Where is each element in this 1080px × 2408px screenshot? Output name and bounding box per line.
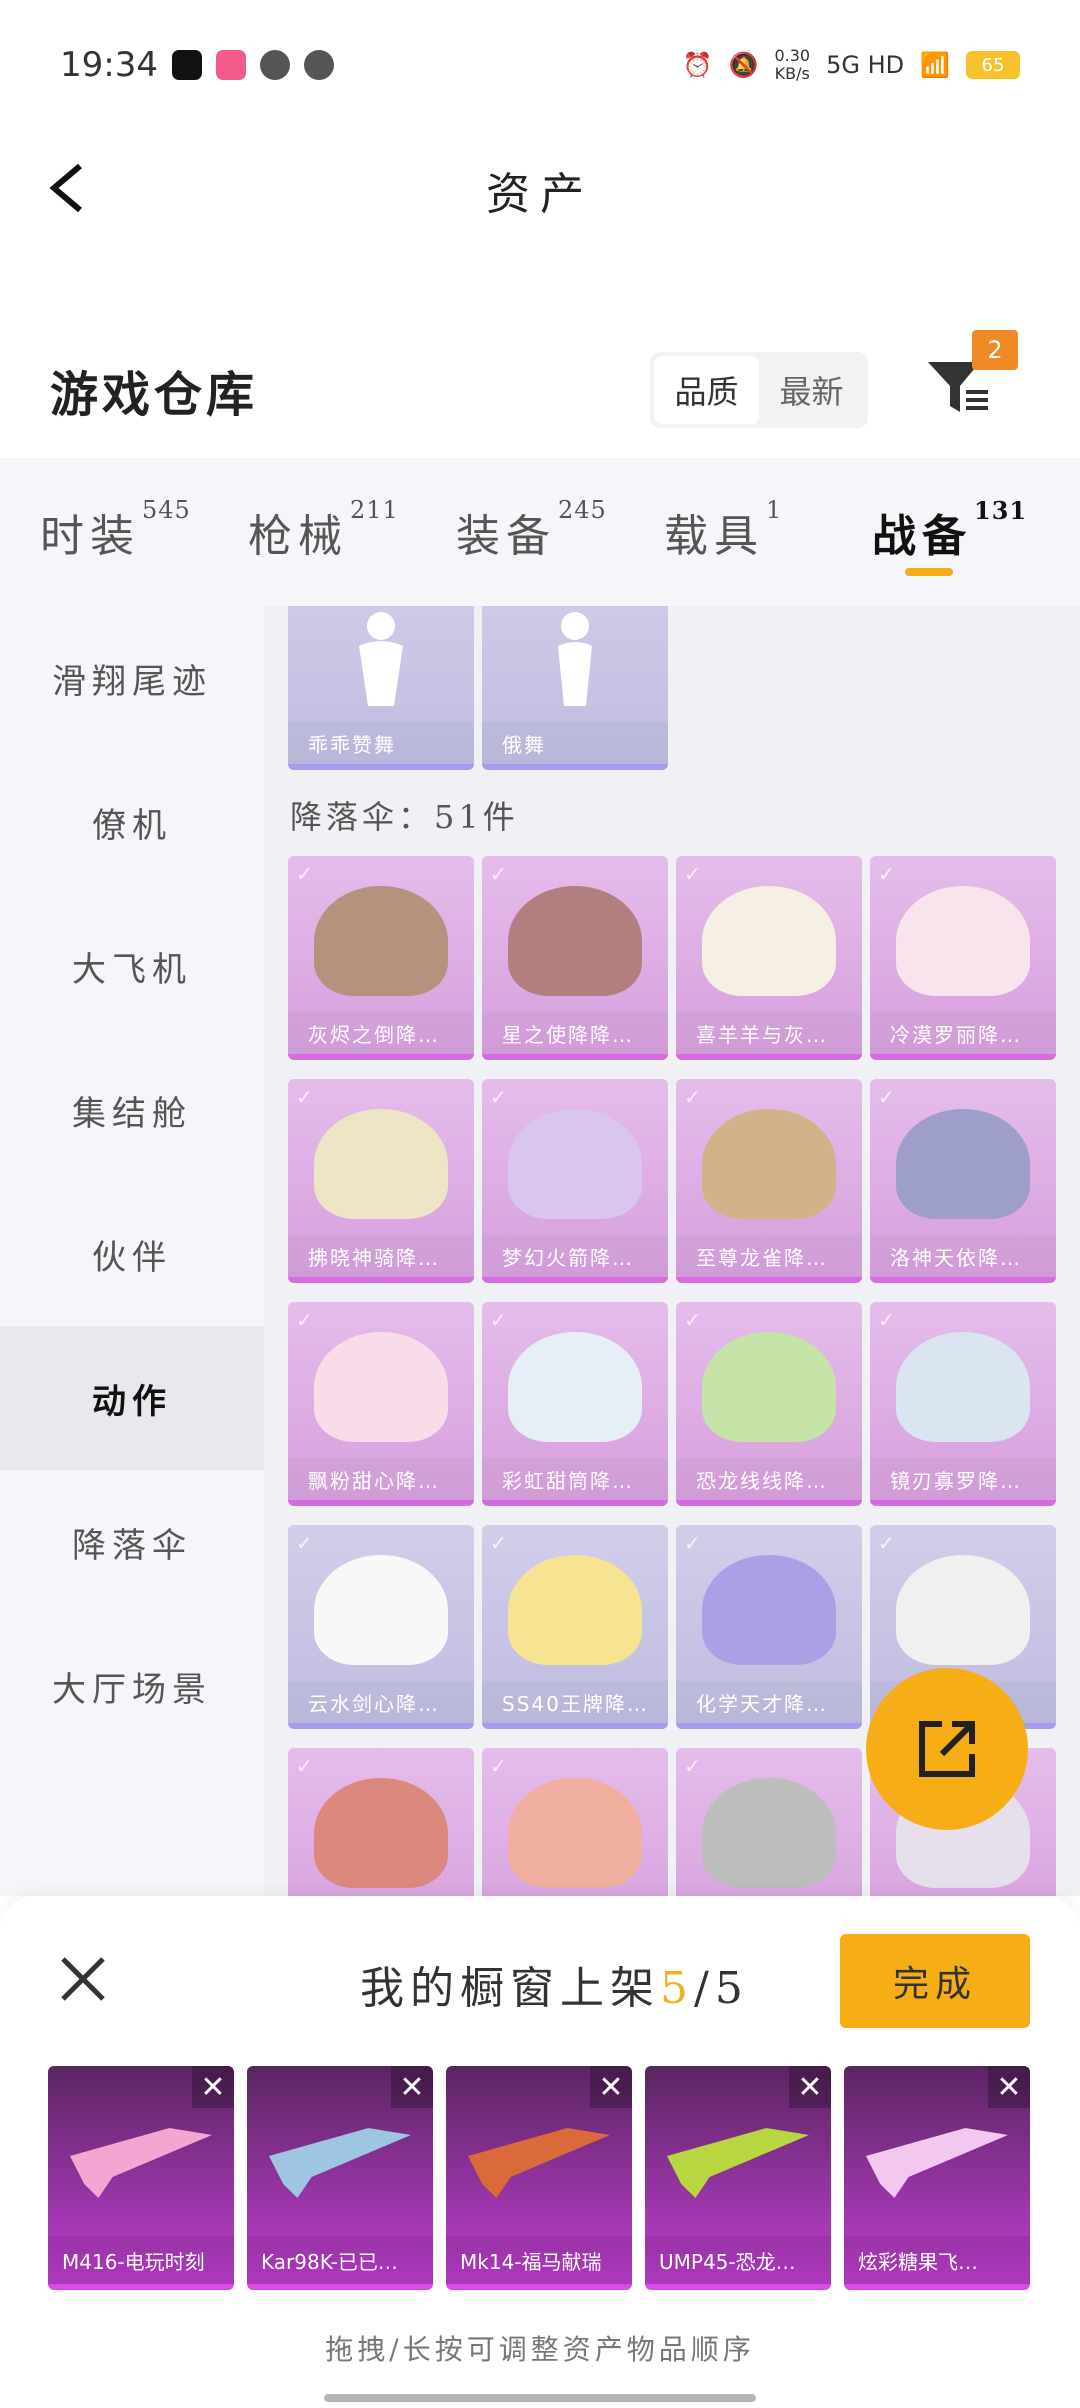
category-tabs: 时装 545 枪械 211 装备 245 载具 1 战备 131 — [0, 458, 1080, 606]
item-image — [269, 2128, 411, 2198]
showcase-sheet: 我的橱窗上架5/5 完成 ✕ M416-电玩时刻 ✕ Kar98K-已已… ✕ Mk14-… — [0, 1896, 1080, 2408]
alarm-icon: ⏰ — [682, 51, 713, 79]
showcase-item[interactable]: ✕ Mk14-福马献瑞 — [446, 2066, 632, 2290]
parachute-card[interactable]: ✓ — [482, 1748, 668, 1896]
page-title: 资产 — [486, 169, 594, 220]
item-name: Mk14-福马献瑞 — [446, 2236, 632, 2284]
tab-guns[interactable]: 枪械 211 — [248, 496, 456, 564]
parachute-card[interactable]: ✓ 喜羊羊与灰… — [676, 856, 862, 1060]
sheet-hint: 拖拽/长按可调整资产物品顺序 — [325, 2333, 755, 2366]
app-icon — [215, 50, 246, 80]
sidebar-item-wingman[interactable]: 僚机 — [0, 750, 264, 894]
parachute-card[interactable]: ✓ 云水剑心降… — [288, 1525, 474, 1729]
parachute-card[interactable]: ✓ 星之使降降… — [482, 856, 668, 1060]
parachute-card[interactable]: ✓ 飘粉甜心降… — [288, 1302, 474, 1506]
remove-item-button[interactable]: ✕ — [192, 2066, 234, 2108]
sidebar-item-parachute[interactable]: 降落伞 — [0, 1470, 264, 1614]
filter-badge: 2 — [972, 330, 1018, 370]
item-name: M416-电玩时刻 — [48, 2236, 234, 2284]
item-image — [866, 2128, 1008, 2198]
item-image — [667, 2128, 809, 2198]
network-label: 5G HD — [826, 51, 905, 79]
sheet-title: 我的橱窗上架5/5 — [360, 1963, 749, 2014]
done-button[interactable]: 完成 — [840, 1934, 1030, 2028]
mute-icon: 🔕 — [728, 51, 759, 79]
battery-icon: 65 — [966, 51, 1020, 79]
showcase-item[interactable]: ✕ 炫彩糖果飞… — [844, 2066, 1030, 2290]
status-bar: 19:34 ⏰ 🔕 0.30 KB/s 5G HD 📶 65 — [0, 0, 1080, 130]
parachute-card[interactable]: ✓ SS40王牌降… — [482, 1525, 668, 1729]
share-icon — [919, 1721, 975, 1777]
active-tab-indicator — [905, 568, 953, 576]
sort-quality-button[interactable]: 品质 — [654, 356, 759, 424]
parachute-card[interactable]: ✓ — [676, 1748, 862, 1896]
emote-card[interactable]: 乖乖赞舞 — [288, 606, 474, 770]
sidebar: 滑翔尾迹 僚机 大飞机 集结舱 伙伴 动作 降落伞 大厅场景 — [0, 606, 264, 1896]
tab-vehicles[interactable]: 载具 1 — [664, 496, 872, 564]
parachute-card[interactable]: ✓ 梦幻火箭降… — [482, 1079, 668, 1283]
sidebar-item-airplane[interactable]: 大飞机 — [0, 894, 264, 1038]
status-time: 19:34 — [60, 45, 158, 85]
parachute-card[interactable]: ✓ 冷漠罗丽降… — [870, 856, 1056, 1060]
back-icon — [49, 163, 82, 213]
tab-battle-gear[interactable]: 战备 131 — [872, 496, 1080, 564]
item-name: UMP45-恐龙… — [645, 2236, 831, 2284]
sidebar-item-lobby-scene[interactable]: 大厅场景 — [0, 1614, 264, 1758]
remove-item-button[interactable]: ✕ — [988, 2066, 1030, 2108]
parachute-card[interactable]: ✓ 至尊龙雀降… — [676, 1079, 862, 1283]
emote-card[interactable]: 俄舞 — [482, 606, 668, 770]
share-button[interactable] — [866, 1668, 1028, 1830]
tab-equipment[interactable]: 装备 245 — [456, 496, 664, 564]
tiktok-icon — [171, 50, 202, 80]
net-speed: 0.30 KB/s — [774, 46, 811, 83]
parachute-card[interactable]: ✓ 镜刃寡罗降… — [870, 1302, 1056, 1506]
parachute-count: 降落伞：51件 — [290, 798, 519, 836]
item-image — [70, 2128, 212, 2198]
sidebar-item-emote[interactable]: 动作 — [0, 1326, 264, 1470]
close-icon[interactable] — [58, 1954, 108, 2004]
tab-fashion[interactable]: 时装 545 — [40, 496, 248, 564]
parachute-card[interactable]: ✓ 恐龙线线降… — [676, 1302, 862, 1506]
home-indicator[interactable] — [324, 2394, 756, 2402]
filter-button[interactable]: 2 — [922, 330, 1022, 430]
showcase-item[interactable]: ✕ UMP45-恐龙… — [645, 2066, 831, 2290]
parachute-card[interactable]: ✓ 拂晓神骑降… — [288, 1079, 474, 1283]
sort-toggle: 品质 最新 — [650, 352, 868, 428]
link-icon — [259, 50, 290, 80]
parachute-card[interactable]: ✓ 彩虹甜筒降… — [482, 1302, 668, 1506]
remove-item-button[interactable]: ✕ — [789, 2066, 831, 2108]
remove-item-button[interactable]: ✕ — [391, 2066, 433, 2108]
sidebar-item-companion[interactable]: 伙伴 — [0, 1182, 264, 1326]
sidebar-item-pod[interactable]: 集结舱 — [0, 1038, 264, 1182]
showcase-shelf: ✕ M416-电玩时刻 ✕ Kar98K-已已… ✕ Mk14-福马献瑞 ✕ UMP45-恐龙… — [48, 2066, 1032, 2290]
showcase-item[interactable]: ✕ Kar98K-已已… — [247, 2066, 433, 2290]
remove-item-button[interactable]: ✕ — [590, 2066, 632, 2108]
parachute-card[interactable]: ✓ — [288, 1748, 474, 1896]
parachute-card[interactable]: ✓ 灰烬之倒降… — [288, 856, 474, 1060]
item-name: 炫彩糖果飞… — [844, 2236, 1030, 2284]
showcase-item[interactable]: ✕ M416-电玩时刻 — [48, 2066, 234, 2290]
item-image — [468, 2128, 610, 2198]
item-name: Kar98K-已已… — [247, 2236, 433, 2284]
parachute-card[interactable]: ✓ 洛神天依降… — [870, 1079, 1056, 1283]
sidebar-item-glide-trail[interactable]: 滑翔尾迹 — [0, 606, 264, 750]
wifi-icon: 📶 — [920, 51, 950, 79]
chat-icon — [303, 50, 334, 80]
header: 资产 — [0, 130, 1080, 250]
section-row: 游戏仓库 品质 最新 2 — [0, 330, 1080, 450]
back-button[interactable] — [40, 158, 100, 218]
parachute-card[interactable]: ✓ 化学天才降… — [676, 1525, 862, 1729]
section-title: 游戏仓库 — [50, 367, 259, 423]
sort-latest-button[interactable]: 最新 — [759, 356, 864, 424]
